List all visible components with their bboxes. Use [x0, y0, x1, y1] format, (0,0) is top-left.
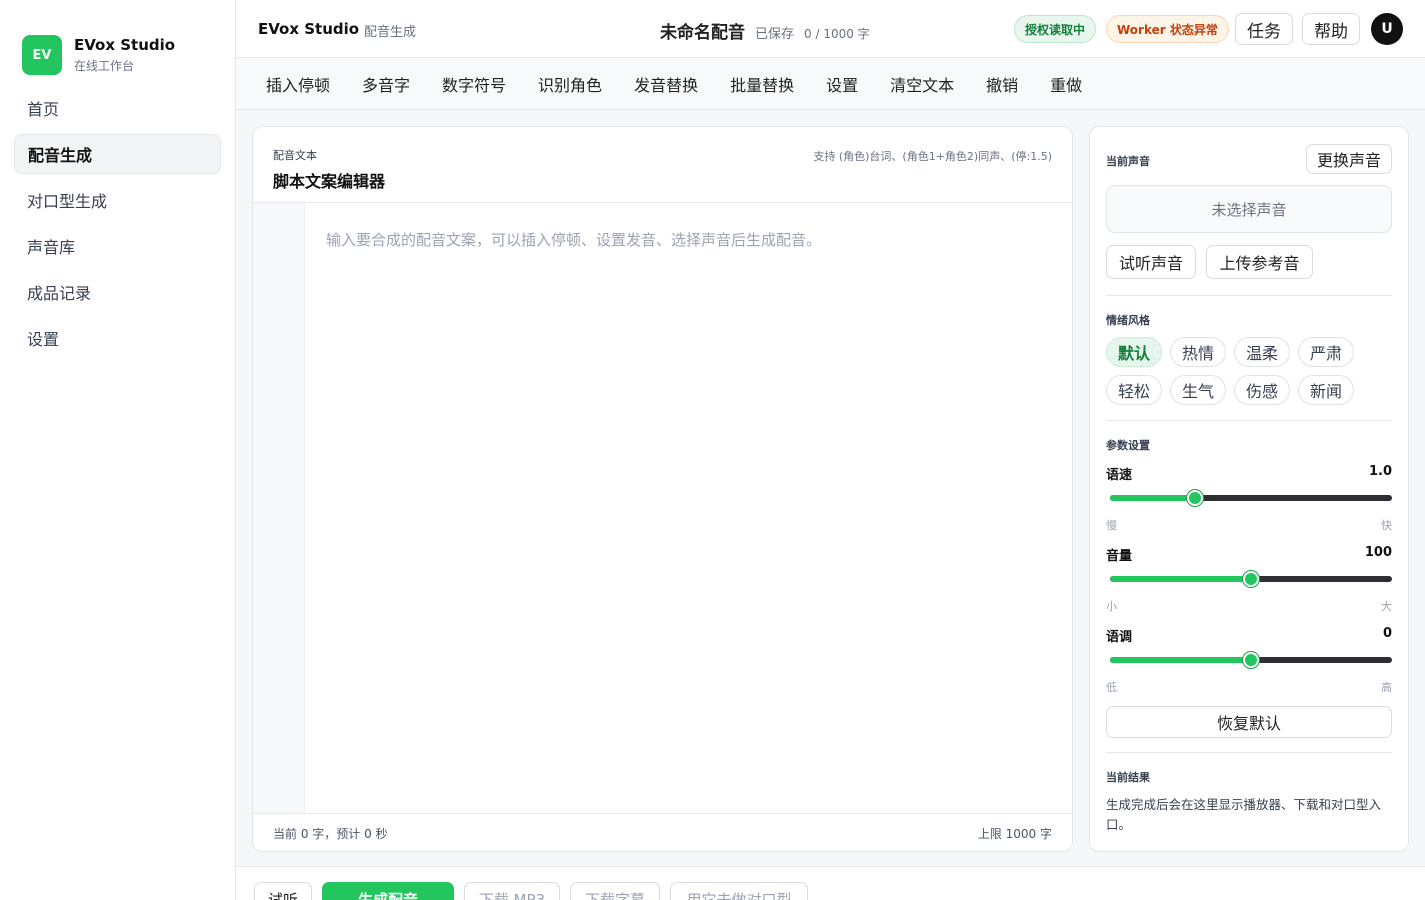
- sidebar-item-lipsync[interactable]: 对口型生成: [14, 180, 221, 220]
- emotion-chip-sad[interactable]: 伤感: [1234, 375, 1290, 405]
- panel-divider: [1106, 295, 1392, 296]
- header-app-name: EVox Studio: [258, 20, 360, 38]
- upload-reference-button[interactable]: 上传参考音: [1206, 245, 1313, 279]
- sidebar-nav: 首页 配音生成 对口型生成 声音库 成品记录 设置: [0, 88, 235, 358]
- line-number-gutter: [253, 203, 305, 813]
- editor-title: 脚本文案编辑器: [273, 172, 386, 191]
- speed-high-label: 快: [1381, 519, 1392, 532]
- undo-button[interactable]: 撤销: [970, 72, 1034, 96]
- editor-toolbar: 插入停顿 多音字 数字符号 识别角色 发音替换 批量替换 设置 清空文本 撤销 …: [236, 58, 1425, 110]
- preview-voice-button[interactable]: 试听声音: [1106, 245, 1196, 279]
- polyphone-button[interactable]: 多音字: [346, 72, 426, 96]
- volume-high-label: 大: [1381, 600, 1392, 613]
- avatar[interactable]: U: [1371, 13, 1403, 45]
- script-editor-panel: 配音文本 脚本文案编辑器 支持 (角色)台词、(角色1+角色2)同声、(停:1.…: [252, 126, 1073, 852]
- speed-label: 语速: [1106, 468, 1133, 483]
- sidebar-item-voice-library[interactable]: 声音库: [14, 226, 221, 266]
- volume-low-label: 小: [1106, 600, 1117, 613]
- sidebar-item-records[interactable]: 成品记录: [14, 272, 221, 312]
- script-textarea[interactable]: [306, 203, 1072, 813]
- panel-divider: [1106, 420, 1392, 421]
- char-count: 0 / 1000 字: [804, 27, 870, 41]
- speed-value: 1.0: [1368, 464, 1392, 479]
- emotion-chip-gentle[interactable]: 温柔: [1234, 337, 1290, 367]
- pitch-value: 0: [1382, 626, 1392, 641]
- brand-text: EVox Studio 在线工作台: [74, 36, 175, 74]
- emotion-chip-serious[interactable]: 严肃: [1298, 337, 1354, 367]
- insert-pause-button[interactable]: 插入停顿: [250, 72, 346, 96]
- brand-name: EVox Studio: [74, 36, 176, 54]
- pronunciation-replace-button[interactable]: 发音替换: [618, 72, 714, 96]
- editor-stats: 当前 0 字，预计 0 秒: [273, 827, 388, 841]
- number-symbol-button[interactable]: 数字符号: [426, 72, 522, 96]
- pitch-low-label: 低: [1106, 681, 1117, 694]
- batch-replace-button[interactable]: 批量替换: [714, 72, 810, 96]
- pitch-label: 语调: [1106, 630, 1133, 645]
- current-voice-label: 当前声音: [1106, 155, 1150, 168]
- pitch-slider-fill: [1110, 657, 1251, 663]
- brand-subtitle: 在线工作台: [74, 59, 135, 73]
- volume-slider-fill: [1110, 576, 1251, 582]
- volume-slider[interactable]: [1110, 571, 1392, 587]
- editor-limit: 上限 1000 字: [977, 827, 1052, 841]
- emotion-chips: 默认 热情 温柔 严肃 轻松 生气 伤感 新闻: [1106, 337, 1396, 405]
- breadcrumb: 配音生成: [364, 25, 417, 40]
- license-status-badge: 授权读取中: [1014, 15, 1097, 43]
- params-label: 参数设置: [1106, 439, 1150, 452]
- volume-slider-thumb[interactable]: [1243, 571, 1259, 587]
- emotion-chip-passionate[interactable]: 热情: [1170, 337, 1226, 367]
- emotion-chip-news[interactable]: 新闻: [1298, 375, 1354, 405]
- brand: EV EVox Studio 在线工作台: [0, 0, 235, 88]
- settings-panel: 当前声音 更换声音 未选择声音 试听声音 上传参考音 情绪风格 默认 热情 温柔…: [1089, 126, 1409, 852]
- editor-label: 配音文本: [273, 149, 317, 162]
- pitch-high-label: 高: [1381, 681, 1392, 694]
- speed-slider[interactable]: [1110, 490, 1392, 506]
- download-mp3-button[interactable]: 下载 MP3: [464, 882, 560, 900]
- document-info: 未命名配音 已保存 0 / 1000 字: [660, 18, 870, 43]
- help-button[interactable]: 帮助: [1302, 13, 1360, 45]
- editor-syntax-hint: 支持 (角色)台词、(角色1+角色2)同声、(停:1.5): [813, 150, 1052, 163]
- clear-text-button[interactable]: 清空文本: [874, 72, 970, 96]
- download-subtitle-button[interactable]: 下载字幕: [570, 882, 660, 900]
- selected-voice[interactable]: 未选择声音: [1106, 185, 1392, 233]
- emotion-chip-relaxed[interactable]: 轻松: [1106, 375, 1162, 405]
- tasks-button[interactable]: 任务: [1235, 13, 1293, 45]
- speed-slider-thumb[interactable]: [1186, 490, 1203, 506]
- save-status: 已保存: [755, 27, 795, 42]
- document-title[interactable]: 未命名配音: [660, 18, 745, 43]
- pitch-slider-thumb[interactable]: [1243, 652, 1259, 668]
- sidebar-item-dubbing[interactable]: 配音生成: [14, 134, 221, 174]
- result-label: 当前结果: [1106, 771, 1150, 784]
- detect-roles-button[interactable]: 识别角色: [522, 72, 618, 96]
- result-placeholder: 生成完成后会在这里显示播放器、下载和对口型入口。: [1106, 797, 1382, 832]
- volume-value: 100: [1364, 545, 1392, 560]
- generate-button[interactable]: 生成配音: [322, 882, 454, 900]
- lipsync-button[interactable]: 用它去做对口型: [670, 882, 808, 900]
- pitch-slider[interactable]: [1110, 652, 1392, 668]
- emotion-chip-angry[interactable]: 生气: [1170, 375, 1226, 405]
- sidebar-item-home[interactable]: 首页: [14, 88, 221, 128]
- panel-divider: [1106, 752, 1392, 753]
- emotion-chip-default[interactable]: 默认: [1106, 337, 1162, 367]
- emotion-label: 情绪风格: [1106, 314, 1150, 327]
- brand-logo: EV: [22, 35, 62, 75]
- change-voice-button[interactable]: 更换声音: [1306, 144, 1392, 174]
- reset-defaults-button[interactable]: 恢复默认: [1106, 706, 1392, 738]
- sidebar-item-settings[interactable]: 设置: [14, 318, 221, 358]
- volume-label: 音量: [1106, 549, 1133, 564]
- top-header: EVox Studio 配音生成 未命名配音 已保存 0 / 1000 字 授权…: [236, 0, 1425, 58]
- preview-button[interactable]: 试听: [254, 882, 312, 900]
- editor-footer: 当前 0 字，预计 0 秒 上限 1000 字: [253, 813, 1072, 851]
- redo-button[interactable]: 重做: [1034, 72, 1098, 96]
- speed-low-label: 慢: [1106, 519, 1117, 532]
- toolbar-settings-button[interactable]: 设置: [810, 72, 874, 96]
- sidebar: EV EVox Studio 在线工作台 首页 配音生成 对口型生成 声音库 成…: [0, 0, 236, 900]
- action-bar: 试听 生成配音 下载 MP3 下载字幕 用它去做对口型: [236, 866, 1425, 900]
- worker-status-badge[interactable]: Worker 状态异常: [1106, 15, 1229, 43]
- speed-slider-fill: [1110, 495, 1195, 501]
